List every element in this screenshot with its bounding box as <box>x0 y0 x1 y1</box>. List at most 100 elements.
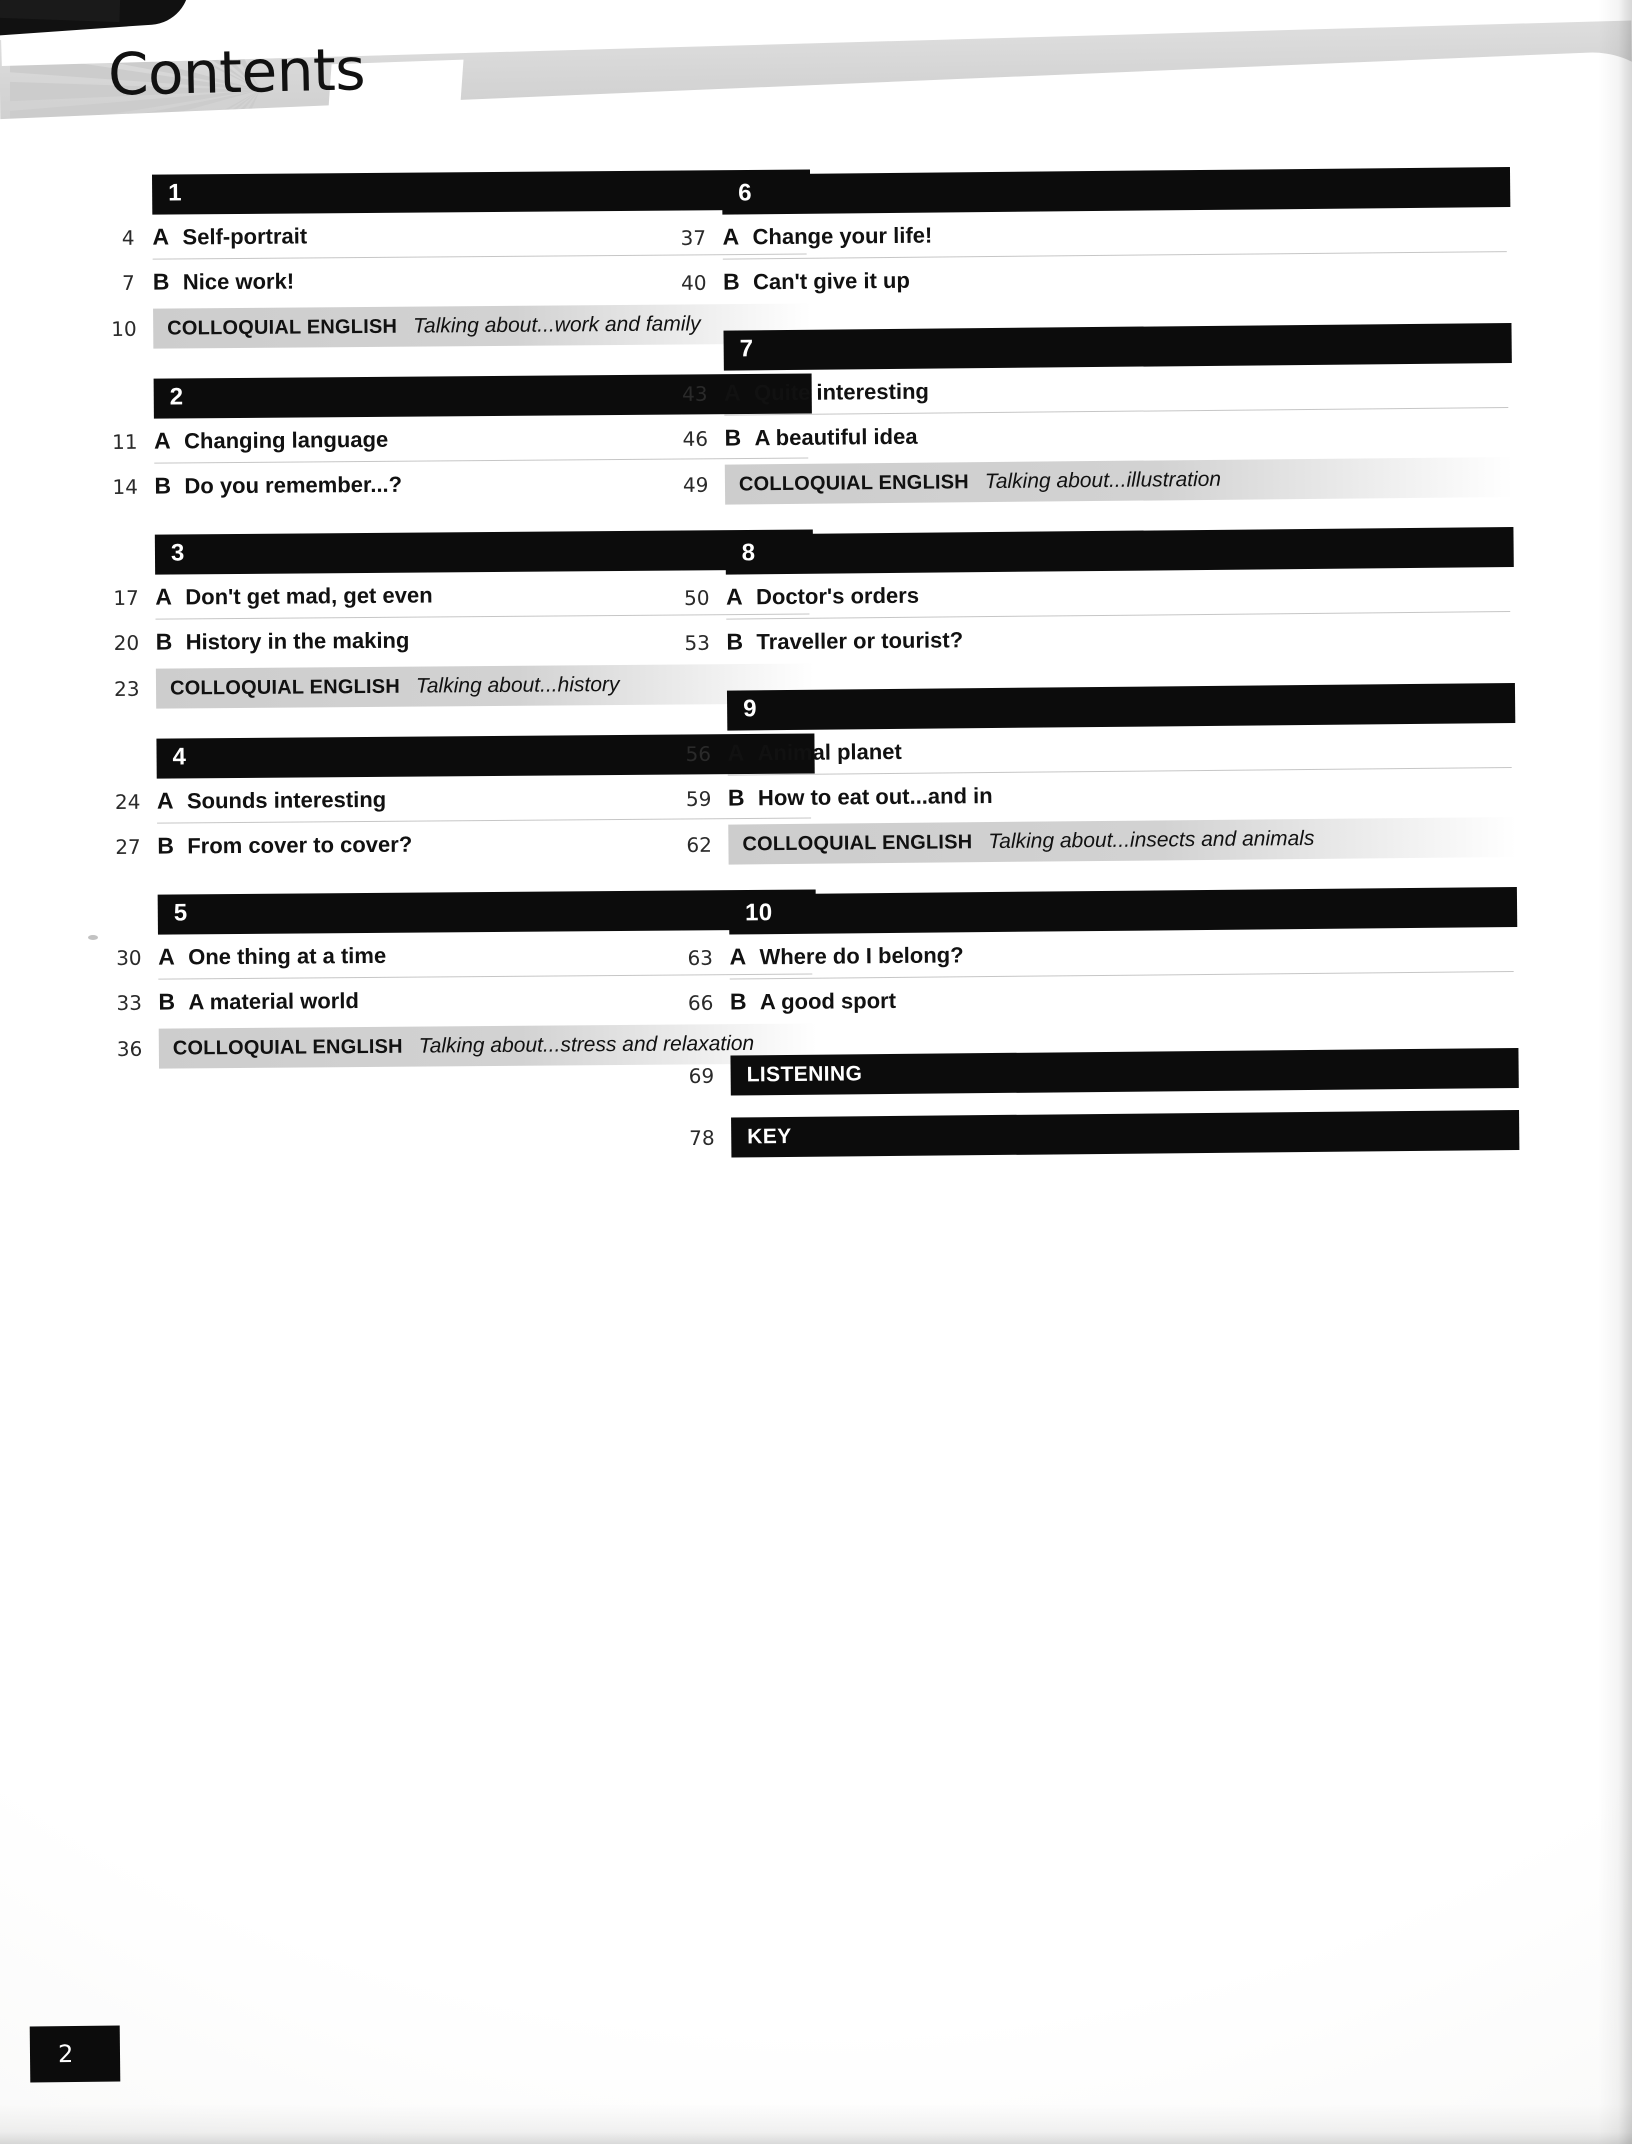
row-lesson-letter: A <box>722 223 740 250</box>
row-lesson-title: Do you remember...? <box>184 471 403 498</box>
colloquial-english-subtitle: Talking about...insects and animals <box>988 826 1315 854</box>
colloquial-band: COLLOQUIAL ENGLISH Talking about...illust… <box>724 457 1514 505</box>
row-lesson-title: From cover to cover? <box>187 831 413 858</box>
page-header: Contents <box>0 0 1632 190</box>
row-lesson-title: Don't get mad, get even <box>185 581 433 609</box>
colloquial-english-label: COLLOQUIAL ENGLISH <box>167 315 398 340</box>
row-lesson-letter: A <box>155 583 173 610</box>
contents-row[interactable]: 53 B Traveller or tourist? <box>684 612 1514 665</box>
row-page-number: 4 <box>121 225 135 250</box>
colloquial-english-row[interactable]: 62 COLLOQUIAL ENGLISH Talking about...inse… <box>686 813 1517 869</box>
colloquial-english-subtitle: Talking about...work and family <box>413 312 701 338</box>
row-lesson-letter: A <box>158 943 175 970</box>
colloquial-english-label: COLLOQUIAL ENGLISH <box>169 675 401 700</box>
scan-speck <box>88 935 98 940</box>
section-title: LISTENING <box>746 1062 863 1087</box>
row-page-number: 40 <box>680 270 707 295</box>
row-lesson-letter: B <box>155 628 173 655</box>
page-canvas: Contents 1 4 A Self-portrait 7 B Nice work! 10 C… <box>0 0 1632 2144</box>
unit-number: 1 <box>168 179 182 207</box>
unit-number: 6 <box>738 179 753 207</box>
row-lesson-title: Where do I belong? <box>759 941 964 969</box>
contents-row[interactable]: 46 B A beautiful idea <box>682 408 1512 461</box>
row-page-number: 27 <box>115 834 141 859</box>
row-lesson-title: History in the making <box>185 627 410 654</box>
row-lesson-letter: B <box>724 424 742 451</box>
row-lesson-title: Animal planet <box>757 738 902 765</box>
row-page-number: 37 <box>680 225 707 250</box>
section-title-bar: LISTENING <box>730 1047 1519 1096</box>
row-lesson-title: Doctor's orders <box>755 582 920 609</box>
contents-row[interactable]: 59 B How to eat out...and in <box>686 768 1516 821</box>
page-number: 2 <box>29 2025 121 2083</box>
row-lesson-letter: B <box>152 268 170 295</box>
row-page-number: 69 <box>688 1063 715 1088</box>
row-lesson-letter: A <box>153 427 171 454</box>
unit-number: 2 <box>169 383 184 411</box>
row-lesson-letter: A <box>723 379 741 406</box>
section-title-bar: KEY <box>731 1109 1520 1158</box>
row-lesson-letter: B <box>154 472 172 499</box>
contents-row[interactable]: 40 B Can't give it up <box>681 252 1511 305</box>
row-page-number: 59 <box>685 786 712 811</box>
row-lesson-letter: B <box>722 268 740 295</box>
colloquial-english-label: COLLOQUIAL ENGLISH <box>742 830 973 855</box>
section-row[interactable]: 78 KEY <box>689 1105 1520 1163</box>
unit-number: 9 <box>742 695 758 723</box>
row-page-number: 63 <box>687 945 714 970</box>
row-page-number: 11 <box>111 429 138 454</box>
row-lesson-title: Change your life! <box>752 222 933 249</box>
unit-number: 5 <box>173 899 188 927</box>
row-lesson-letter: A <box>725 583 743 610</box>
row-lesson-letter: A <box>727 739 745 766</box>
unit-number: 7 <box>739 335 754 363</box>
contents-column-right: 6 37 A Change your life! 40 B Can't give it up… <box>680 167 1520 1175</box>
colloquial-english-row[interactable]: 49 COLLOQUIAL ENGLISH Talking about...illu… <box>682 453 1514 509</box>
row-lesson-letter: B <box>727 784 745 811</box>
unit-number: 8 <box>741 539 756 567</box>
row-page-number: 49 <box>682 472 709 497</box>
row-lesson-title: Self-portrait <box>182 222 308 249</box>
row-lesson-title: A good sport <box>759 987 897 1014</box>
row-page-number: 66 <box>687 990 714 1015</box>
row-page-number: 17 <box>113 585 139 610</box>
row-lesson-letter: B <box>157 832 174 859</box>
contents-row[interactable]: 66 B A good sport <box>688 972 1518 1025</box>
row-lesson-title: How to eat out...and in <box>757 782 993 810</box>
row-page-number: 56 <box>685 741 712 766</box>
colloquial-band-wrap: COLLOQUIAL ENGLISH Talking about...insect… <box>728 817 1517 865</box>
row-lesson-letter: A <box>152 223 170 250</box>
paper-edge-bottom <box>0 2104 1632 2144</box>
colloquial-english-label: COLLOQUIAL ENGLISH <box>738 470 969 495</box>
row-lesson-title: Quite interesting <box>753 378 929 405</box>
row-lesson-title: A material world <box>188 987 359 1014</box>
row-lesson-title: Nice work! <box>182 268 295 294</box>
colloquial-english-label: COLLOQUIAL ENGLISH <box>172 1035 403 1060</box>
row-page-number: 36 <box>116 1036 143 1061</box>
row-page-number: 46 <box>682 426 709 451</box>
page-title: Contents <box>107 35 366 109</box>
row-page-number: 30 <box>116 945 142 970</box>
row-lesson-title: Changing language <box>183 426 389 453</box>
row-page-number: 24 <box>114 789 141 814</box>
unit-number: 10 <box>744 899 773 927</box>
row-lesson-title: One thing at a time <box>188 942 387 969</box>
row-lesson-letter: A <box>156 787 174 814</box>
row-page-number: 50 <box>683 585 710 610</box>
row-lesson-letter: B <box>729 988 747 1015</box>
colloquial-english-subtitle: Talking about...illustration <box>984 467 1222 494</box>
row-lesson-title: Traveller or tourist? <box>756 626 964 654</box>
section-row[interactable]: 69 LISTENING <box>688 1043 1519 1101</box>
colloquial-band: COLLOQUIAL ENGLISH Talking about...insect… <box>728 817 1517 865</box>
section-title: KEY <box>747 1124 792 1149</box>
row-lesson-title: Sounds interesting <box>186 786 387 813</box>
row-lesson-title: Can't give it up <box>752 267 910 294</box>
row-page-number: 14 <box>112 474 138 499</box>
row-page-number: 43 <box>681 381 708 406</box>
colloquial-band-wrap: COLLOQUIAL ENGLISH Talking about...illust… <box>724 457 1514 505</box>
row-lesson-letter: A <box>729 943 747 970</box>
colloquial-english-subtitle: Talking about...history <box>415 673 620 698</box>
row-lesson-title: A beautiful idea <box>754 423 918 450</box>
row-page-number: 7 <box>122 270 135 295</box>
row-page-number: 53 <box>684 630 711 655</box>
